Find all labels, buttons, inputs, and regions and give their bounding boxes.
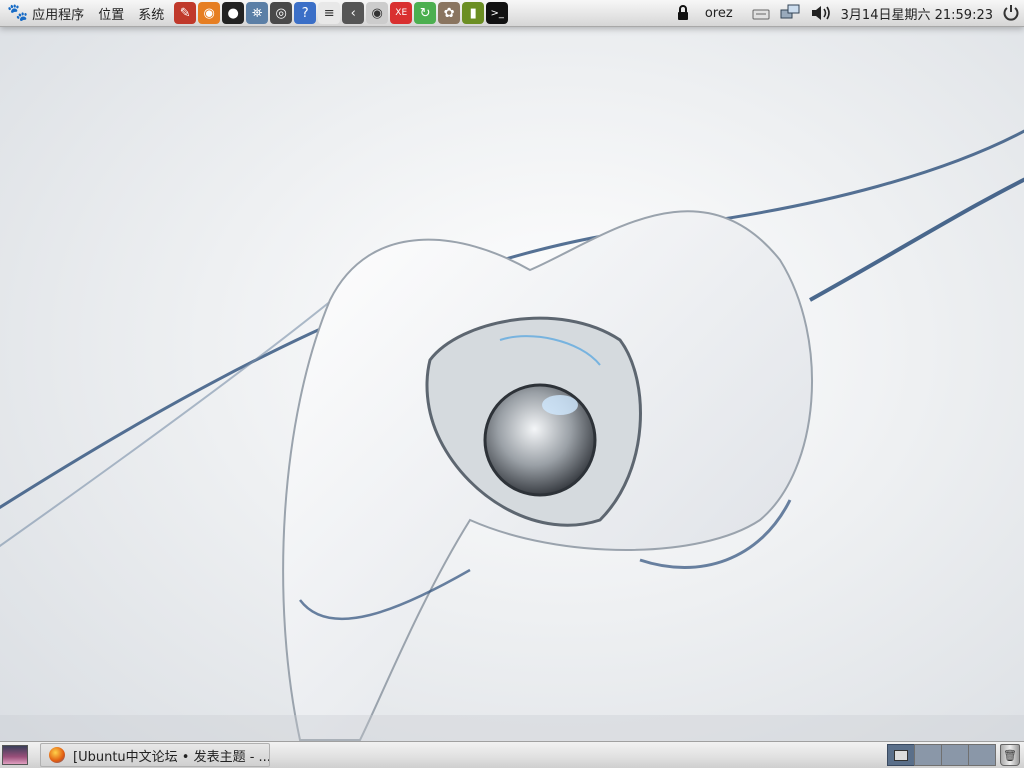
gnome-foot-icon: 🐾 [7, 3, 29, 23]
user-name[interactable]: orez [705, 6, 733, 21]
firefox-icon [49, 747, 65, 763]
places-menu[interactable]: 位置 [91, 0, 131, 26]
terminal-icon[interactable]: >_ [486, 2, 509, 24]
workspace-3[interactable] [941, 744, 969, 766]
network-icon[interactable] [780, 4, 800, 22]
qq-penguin-icon[interactable]: ● [222, 2, 245, 24]
desktop: 🐾 应用程序 位置 系统 ✎ ◉ ● ⛯ ◎? ≡ ‹ ◉ XE ↻ ✿ ▮ >_ orez 3月14日… [0, 0, 1024, 768]
show-desktop-button[interactable] [2, 745, 28, 765]
system-menu[interactable]: 系统 [131, 0, 171, 26]
workspace-1[interactable] [887, 744, 915, 766]
workspace-window-preview [894, 750, 908, 761]
disc-icon[interactable]: ◎ [270, 2, 293, 24]
applications-menu-label: 应用程序 [32, 7, 85, 23]
color-palette-icon[interactable]: ✎ [174, 2, 197, 24]
firefox-icon[interactable]: ◉ [198, 2, 221, 24]
back-arrow-icon[interactable]: ‹ [342, 2, 365, 24]
keyboard-icon[interactable] [752, 6, 770, 20]
network-tool-icon[interactable]: ⛯ [246, 2, 269, 24]
workspace-4[interactable] [968, 744, 996, 766]
xe-app-icon[interactable]: XE [390, 2, 413, 24]
wallpaper-chrome-swirl [0, 129, 1024, 745]
green-arrow-icon[interactable]: ↻ [414, 2, 437, 24]
eye-viewer-icon[interactable]: ◉ [366, 2, 389, 24]
volume-icon[interactable] [810, 5, 832, 21]
bottom-panel: [Ubuntu中文论坛 • 发表主题 - ... 🗑 [0, 741, 1024, 768]
workspace-2[interactable] [914, 744, 942, 766]
text-editor-icon[interactable]: ≡ [318, 2, 341, 24]
places-menu-label: 位置 [98, 7, 125, 23]
trash-icon[interactable]: 🗑 [1000, 744, 1020, 766]
system-menu-label: 系统 [138, 7, 165, 23]
top-panel: 🐾 应用程序 位置 系统 ✎ ◉ ● ⛯ ◎? ≡ ‹ ◉ XE ↻ ✿ ▮ >_ orez 3月14日… [0, 0, 1024, 27]
gimp-icon[interactable]: ✿ [438, 2, 461, 24]
system-tray: orez 3月14日星期六 21:59:23 [671, 0, 1024, 26]
power-icon[interactable] [1002, 4, 1020, 22]
taskbar-window-firefox[interactable]: [Ubuntu中文论坛 • 发表主题 - ... [40, 743, 270, 767]
dictionary-book-icon[interactable]: ▮ [462, 2, 485, 24]
taskbar-window-label: [Ubuntu中文论坛 • 发表主题 - ... [73, 749, 270, 765]
help-icon[interactable]: ? [294, 2, 317, 24]
workspace-switcher [887, 744, 996, 766]
applications-menu[interactable]: 🐾 应用程序 [0, 0, 91, 26]
clock[interactable]: 3月14日星期六 21:59:23 [841, 4, 993, 23]
lock-icon[interactable] [676, 5, 690, 21]
launcher-bar: ✎ ◉ ● ⛯ ◎? ≡ ‹ ◉ XE ↻ ✿ ▮ >_ [173, 2, 509, 24]
